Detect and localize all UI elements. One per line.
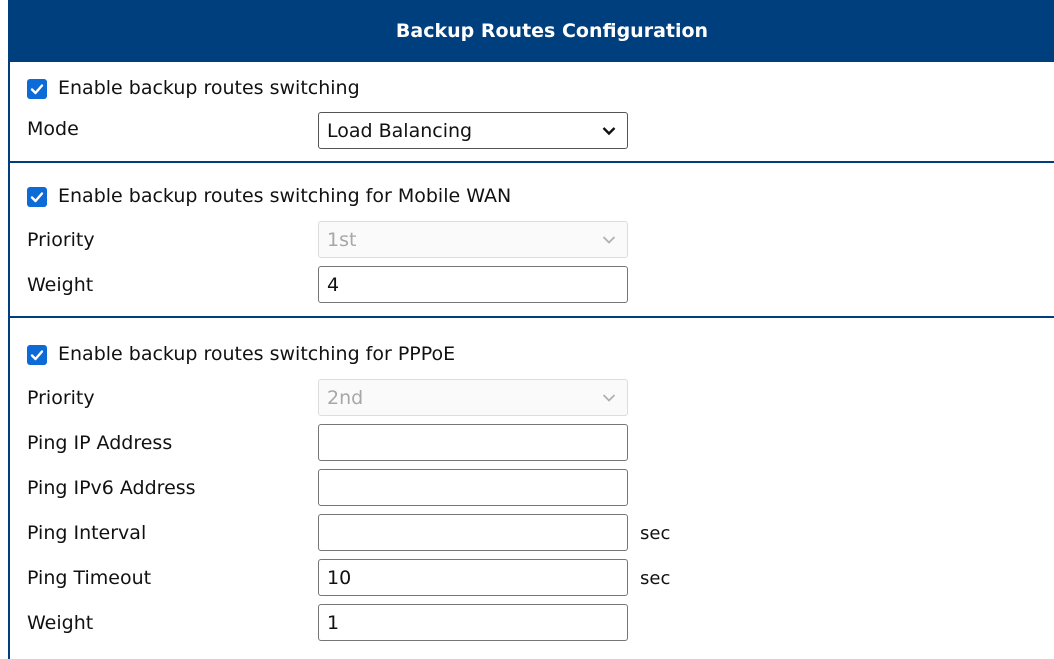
chevron-down-icon: [602, 394, 616, 402]
mode-select[interactable]: Load Balancing: [318, 112, 628, 149]
section-general: Enable backup routes switching Mode Load…: [10, 62, 1054, 163]
pppoe-weight-input[interactable]: 1: [318, 604, 628, 641]
enable-mobile-wan-checkbox[interactable]: [27, 187, 47, 207]
mobile-wan-weight-value: 4: [327, 273, 340, 296]
checkmark-icon: [30, 84, 44, 95]
ping-timeout-input[interactable]: 10: [318, 559, 628, 596]
panel-header: Backup Routes Configuration: [10, 0, 1054, 62]
pppoe-priority-select[interactable]: 2nd: [318, 379, 628, 416]
ping-interval-input[interactable]: [318, 514, 628, 551]
enable-backup-routes-row[interactable]: Enable backup routes switching: [10, 77, 710, 101]
mobile-wan-priority-value: 1st: [327, 228, 357, 251]
pppoe-weight-label: Weight: [27, 612, 94, 634]
checkmark-icon: [30, 192, 44, 203]
page-title: Backup Routes Configuration: [395, 20, 709, 42]
mobile-wan-priority-label: Priority: [27, 229, 95, 251]
ping-ip-input[interactable]: [318, 424, 628, 461]
ping-ipv6-input[interactable]: [318, 469, 628, 506]
enable-backup-routes-label: Enable backup routes switching: [58, 77, 360, 99]
ping-interval-label: Ping Interval: [27, 522, 147, 544]
backup-routes-panel: Backup Routes Configuration Enable backu…: [8, 0, 1054, 659]
ping-interval-unit: sec: [640, 523, 671, 544]
enable-mobile-wan-row[interactable]: Enable backup routes switching for Mobil…: [10, 185, 710, 209]
mode-select-value: Load Balancing: [327, 119, 473, 142]
ping-ip-label: Ping IP Address: [27, 432, 173, 454]
ping-timeout-label: Ping Timeout: [27, 567, 152, 589]
section-mobile-wan: Enable backup routes switching for Mobil…: [10, 163, 1054, 318]
mobile-wan-priority-select[interactable]: 1st: [318, 221, 628, 258]
ping-ipv6-label: Ping IPv6 Address: [27, 477, 196, 499]
ping-timeout-unit: sec: [640, 568, 671, 589]
enable-pppoe-row[interactable]: Enable backup routes switching for PPPoE: [10, 343, 710, 367]
enable-pppoe-checkbox[interactable]: [27, 345, 47, 365]
checkmark-icon: [30, 350, 44, 361]
pppoe-weight-value: 1: [327, 611, 340, 634]
enable-mobile-wan-label: Enable backup routes switching for Mobil…: [58, 185, 512, 207]
enable-backup-routes-checkbox[interactable]: [27, 79, 47, 99]
ping-timeout-value: 10: [327, 566, 352, 589]
mode-label: Mode: [27, 118, 79, 140]
mobile-wan-weight-input[interactable]: 4: [318, 266, 628, 303]
enable-pppoe-label: Enable backup routes switching for PPPoE: [58, 343, 456, 365]
chevron-down-icon: [602, 127, 616, 136]
pppoe-priority-label: Priority: [27, 387, 95, 409]
mobile-wan-weight-label: Weight: [27, 274, 94, 296]
chevron-down-icon: [602, 236, 616, 244]
pppoe-priority-value: 2nd: [327, 386, 364, 409]
section-pppoe: Enable backup routes switching for PPPoE…: [10, 318, 1054, 658]
